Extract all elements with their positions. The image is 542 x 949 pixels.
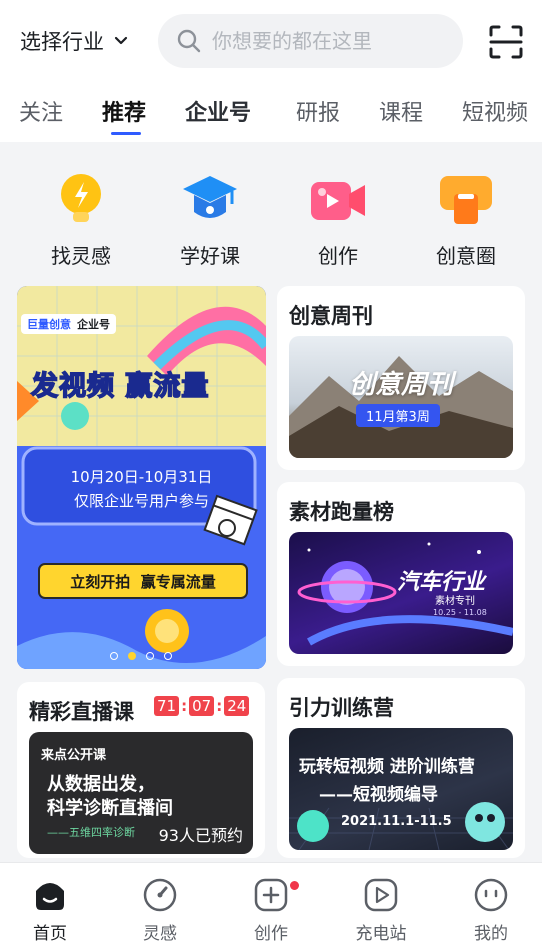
tab-recommend[interactable]: 推荐: [102, 95, 146, 127]
tab-follow[interactable]: 关注: [19, 95, 63, 127]
industry-selector-label: 选择行业: [20, 30, 104, 54]
tab-research[interactable]: 研报: [296, 95, 340, 127]
weekly-thumb-badge: 11月第3周: [356, 404, 440, 427]
top-bar: 选择行业: [0, 0, 542, 82]
nav-label: 灵感: [143, 924, 177, 944]
live-thumb-line2: 科学诊断直播间: [47, 798, 173, 819]
tab-enterprise[interactable]: 企业号: [185, 95, 251, 127]
countdown-separator: :: [216, 697, 223, 715]
pagination-dot: [146, 652, 154, 660]
nav-label: 充电站: [355, 924, 407, 944]
nav-charging-station[interactable]: 充电站: [341, 877, 421, 944]
weekly-thumb-title: 创意周刊: [348, 370, 453, 400]
countdown-hours: 71: [154, 696, 180, 716]
live-course-thumbnail: 来点公开课 从数据出发， 科学诊断直播间 ——五维四率诊断 93人已预约: [29, 732, 253, 854]
bottom-navigation: 首页 灵感 创作 充电站 我的: [0, 862, 542, 949]
training-camp-thumbnail: 玩转短视频 进阶训练营 ——短视频编导 2021.11.1-11.5: [289, 728, 513, 850]
creative-weekly-card[interactable]: 创意周刊 创意周刊 11月第3周: [277, 286, 525, 470]
banner-pagination: [110, 652, 172, 660]
reservation-count: 93人已预约: [158, 826, 243, 845]
banner-brand-left: 巨量创意: [27, 318, 71, 331]
banner-date-range: 10月20日-10月31日: [70, 468, 213, 486]
creative-weekly-thumbnail: 创意周刊 11月第3周: [289, 336, 513, 458]
card-title: 引力训练营: [289, 696, 394, 720]
graduation-cap-icon: [183, 176, 237, 218]
banner-eligibility: 仅限企业号用户参与: [73, 492, 209, 510]
banner-brand: 巨量创意 企业号: [21, 314, 116, 334]
banner-cta[interactable]: 立刻开拍 赢专属流量: [39, 571, 247, 592]
industry-selector[interactable]: 选择行业: [20, 26, 128, 56]
chevron-down-icon: [114, 36, 128, 45]
lightbulb-icon: [61, 174, 101, 222]
camp-thumb-date: 2021.11.1-11.5: [341, 814, 452, 829]
material-ranking-card[interactable]: 素材跑量榜 汽车行业 素材专刊 10.25 - 11.08: [277, 482, 525, 666]
banner-brand-right: 企业号: [77, 318, 110, 331]
pagination-dot: [164, 652, 172, 660]
nav-label: 创作: [254, 924, 288, 944]
live-course-card[interactable]: 精彩直播课 71 : 07 : 24 来点公开课 从数据出发， 科学诊断直播间 …: [17, 682, 265, 858]
shortcut-community[interactable]: 创意圈: [411, 170, 521, 269]
countdown-minutes: 07: [189, 696, 215, 716]
shortcut-label: 找灵感: [51, 244, 111, 268]
nav-create[interactable]: 创作: [231, 877, 311, 944]
shortcut-label: 创意圈: [436, 244, 496, 268]
nav-home[interactable]: 首页: [10, 877, 90, 944]
card-title: 创意周刊: [289, 304, 373, 328]
nav-profile[interactable]: 我的: [451, 877, 531, 944]
countdown-separator: :: [181, 697, 188, 715]
play-station-icon: [364, 878, 398, 912]
shortcut-label: 创作: [318, 244, 358, 268]
nav-inspiration[interactable]: 灵感: [120, 877, 200, 944]
ranking-thumb-date: 10.25 - 11.08: [433, 608, 487, 617]
create-plus-icon: [254, 878, 288, 912]
promo-banner[interactable]: 巨量创意 企业号 发视频 赢流量 10月20日-10月31日 仅限企业号用户参与…: [17, 286, 266, 669]
live-thumb-line3: ——五维四率诊断: [47, 826, 135, 839]
video-camera-icon: [311, 182, 365, 220]
ranking-thumb-sub: 素材专刊: [435, 596, 475, 607]
home-icon: [36, 883, 64, 910]
training-camp-card[interactable]: 引力训练营 玩转短视频 进阶训练营 ——短视频编导 2021.11.1-11.5: [277, 678, 525, 858]
shortcut-courses[interactable]: 学好课: [155, 170, 265, 269]
shortcut-create[interactable]: 创作: [283, 170, 393, 269]
card-title: 精彩直播课: [29, 700, 134, 724]
nav-label: 我的: [474, 924, 508, 944]
scan-icon[interactable]: [488, 24, 524, 60]
shortcut-inspiration[interactable]: 找灵感: [26, 170, 136, 269]
shortcut-grid: 找灵感 学好课 创作 创意圈: [0, 150, 542, 275]
tab-short-video[interactable]: 短视频: [462, 95, 528, 127]
countdown-seconds: 24: [224, 696, 250, 716]
search-bar[interactable]: [158, 14, 463, 68]
chat-circle-icon: [440, 176, 492, 224]
search-icon: [177, 29, 201, 53]
pagination-dot: [110, 652, 118, 660]
active-tab-indicator: [111, 132, 141, 135]
camp-thumb-line1: 玩转短视频 进阶训练营: [299, 757, 475, 777]
live-thumb-line1: 从数据出发，: [47, 774, 155, 795]
compass-icon: [143, 878, 177, 912]
camp-thumb-line2: ——短视频编导: [319, 785, 438, 805]
pagination-dot-active: [128, 652, 136, 660]
card-title: 素材跑量榜: [289, 500, 394, 524]
search-input[interactable]: [212, 29, 442, 53]
banner-headline: 发视频 赢流量: [30, 370, 210, 403]
notification-dot: [290, 881, 299, 890]
material-ranking-thumbnail: 汽车行业 素材专刊 10.25 - 11.08: [289, 532, 513, 654]
profile-icon: [474, 878, 508, 912]
live-thumb-tag: 来点公开课: [41, 748, 107, 763]
nav-label: 首页: [33, 924, 67, 944]
shortcut-label: 学好课: [180, 244, 240, 268]
category-tabs: 关注 推荐 企业号 研报 课程 短视频: [0, 82, 542, 142]
countdown-timer: 71 : 07 : 24: [154, 696, 250, 716]
tab-courses[interactable]: 课程: [379, 95, 423, 127]
